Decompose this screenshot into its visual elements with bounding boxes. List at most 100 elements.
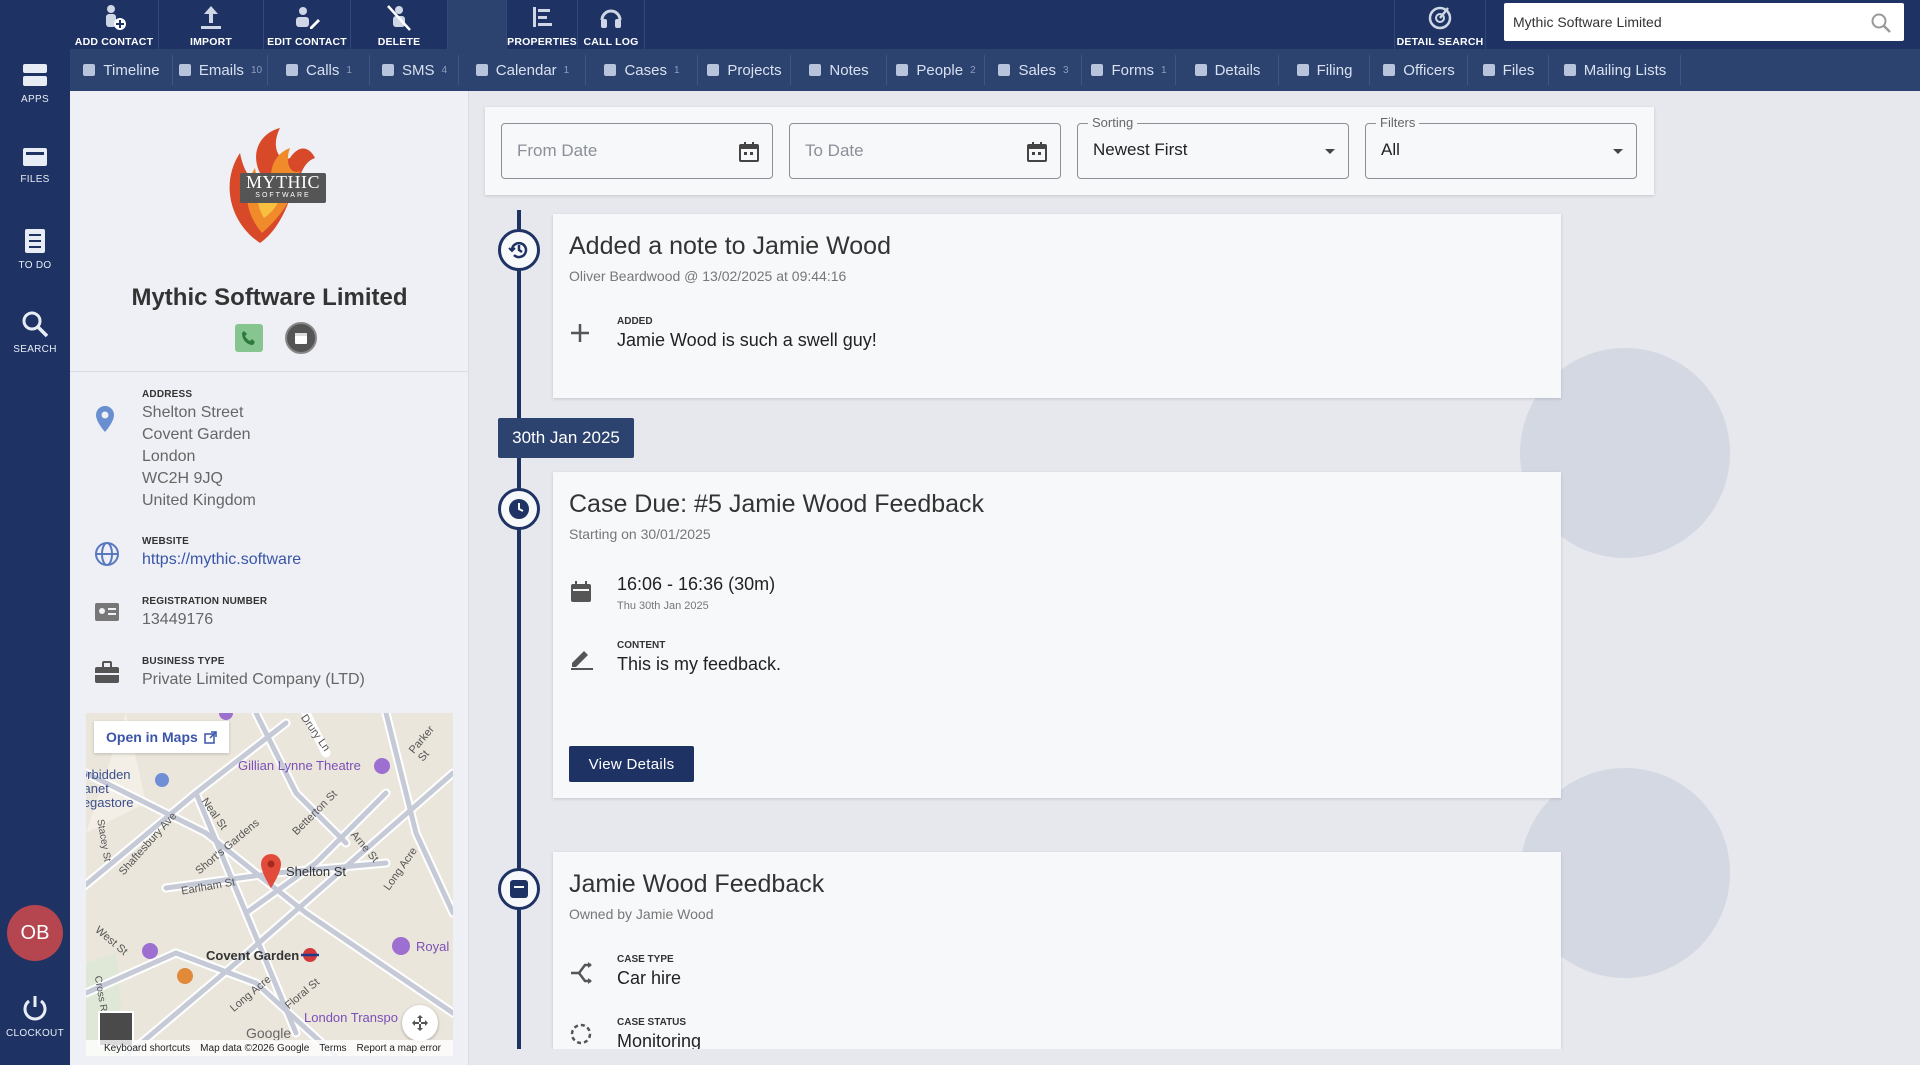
website-link[interactable]: https://mythic.software	[142, 549, 301, 571]
to-date-field[interactable]: To Date	[789, 123, 1061, 179]
briefcase-icon	[95, 661, 119, 683]
branch-icon	[571, 962, 592, 984]
call-button[interactable]	[235, 324, 263, 352]
address-line: London	[142, 448, 196, 465]
calendar-button[interactable]	[285, 322, 317, 354]
tab-count: 1	[563, 64, 570, 76]
avatar[interactable]: OB	[7, 905, 63, 961]
address-label: ADDRESS	[142, 389, 193, 400]
tab-count: 3	[1062, 64, 1069, 76]
address-line: Shelton Street	[142, 404, 244, 421]
rail-apps[interactable]: APPS	[0, 62, 70, 105]
edit-contact-icon	[296, 7, 320, 29]
tab-notes[interactable]: Notes	[791, 49, 886, 91]
fullscreen-button[interactable]	[402, 1005, 438, 1041]
tab-count: 4	[441, 64, 448, 76]
viewport-bottom	[470, 1049, 1920, 1065]
delete-contact-button[interactable]: DELETE CONTACT	[351, 0, 447, 60]
rail-todo[interactable]: TO DO	[0, 228, 70, 271]
card-title: Case Due: #5 Jamie Wood Feedback	[569, 490, 985, 518]
tab-mailing-lists[interactable]: Mailing Lists	[1549, 49, 1680, 91]
caret-down-icon	[1325, 149, 1335, 154]
timeline-card-case: Jamie Wood Feedback Owned by Jamie Wood …	[553, 852, 1561, 1051]
tab-people[interactable]: People 2	[887, 49, 984, 91]
rail-files[interactable]: FILES	[0, 146, 70, 185]
archive-box-icon	[510, 880, 528, 898]
tab-emails[interactable]: Emails 10	[173, 49, 267, 91]
map-data-text: Map data ©2026 Google	[200, 1042, 310, 1054]
tab-files[interactable]: Files	[1468, 49, 1548, 91]
tab-label: People	[916, 61, 964, 79]
import-contacts-button[interactable]: IMPORT CONTACTS	[159, 0, 263, 60]
search-icon	[22, 311, 49, 338]
tab-label: Cases	[624, 61, 667, 79]
panel-divider	[70, 371, 469, 372]
tab-filing[interactable]: Filing	[1279, 49, 1369, 91]
tab-timeline[interactable]: Timeline	[70, 49, 172, 91]
detail-search-label: DETAIL SEARCH	[1396, 36, 1484, 48]
logo-text: MYTHIC	[246, 172, 320, 192]
fullscreen-icon	[412, 1015, 428, 1031]
tab-projects[interactable]: Projects	[698, 49, 790, 91]
email-icon	[178, 63, 199, 77]
call-log-button[interactable]: CALL LOG	[578, 0, 644, 49]
calendar-icon	[475, 63, 496, 77]
report-error-link[interactable]: Report a map error	[357, 1043, 441, 1054]
projects-icon	[706, 63, 727, 77]
rail-clockout[interactable]: CLOCKOUT	[0, 994, 70, 1039]
tab-sms[interactable]: SMS 4	[370, 49, 458, 91]
filters-select[interactable]: Filters All	[1365, 115, 1637, 179]
add-contact-button[interactable]: ADD CONTACT	[70, 0, 158, 49]
map-footer: Keyboard shortcuts Map data ©2026 Google…	[86, 1040, 453, 1056]
properties-icon	[533, 7, 552, 27]
tab-label: Mailing Lists	[1583, 61, 1667, 79]
tab-label: Notes	[829, 61, 869, 79]
apps-icon	[23, 64, 47, 86]
tab-label: Emails	[198, 61, 244, 79]
terms-link[interactable]: Terms	[319, 1043, 346, 1054]
search-icon[interactable]	[1870, 12, 1892, 34]
map-pin-icon[interactable]	[260, 853, 282, 889]
tab-bar: Timeline Emails 10 Calls 1 SMS 4 Calendar 1 Cases…	[70, 49, 1920, 91]
open-in-maps-link[interactable]: Open in Maps	[94, 721, 229, 753]
tab-sales[interactable]: Sales 3	[985, 49, 1081, 91]
logo-text-plate: MYTHIC SOFTWARE	[240, 173, 326, 203]
tab-forms[interactable]: Forms 1	[1082, 49, 1175, 91]
tab-calls[interactable]: Calls 1	[268, 49, 369, 91]
map-label: Covent Garden	[206, 948, 300, 963]
caret-down-icon	[1613, 149, 1623, 154]
from-date-field[interactable]: From Date	[501, 123, 773, 179]
detail-search-button[interactable]: DETAIL SEARCH	[1395, 0, 1485, 49]
address-line: United Kingdom	[142, 492, 256, 509]
clock-icon	[509, 499, 529, 519]
sorting-select[interactable]: Sorting Newest First	[1077, 115, 1349, 179]
google-logo: Google	[246, 1025, 292, 1041]
business-type-label: BUSINESS TYPE	[142, 656, 225, 667]
tab-calendar[interactable]: Calendar 1	[459, 49, 585, 91]
toolbar-divider	[644, 0, 645, 49]
rail-search-label: SEARCH	[13, 344, 57, 355]
properties-button[interactable]: PROPERTIES	[507, 0, 577, 49]
people-icon	[895, 63, 916, 77]
global-search-input[interactable]	[1504, 3, 1844, 41]
case-date: Thu 30th Jan 2025	[617, 600, 709, 612]
tab-label: Details	[1214, 61, 1261, 79]
tab-details[interactable]: Details	[1176, 49, 1278, 91]
card-title: Added a note to Jamie Wood	[569, 232, 891, 260]
case-status-label: CASE STATUS	[617, 1017, 687, 1028]
tab-label: Officers	[1403, 61, 1455, 79]
edit-contact-button[interactable]: EDIT CONTACT	[264, 0, 350, 49]
map-label: Gillian Lynne Theatre	[238, 758, 361, 773]
tab-cases[interactable]: Cases 1	[586, 49, 697, 91]
calendar-icon[interactable]	[738, 141, 760, 163]
rail-clockout-label: CLOCKOUT	[6, 1028, 64, 1039]
calendar-icon[interactable]	[1026, 141, 1048, 163]
company-name: Mythic Software Limited	[131, 284, 408, 311]
location-map[interactable]: Forbidden Planet Megastore Gillian Lynne…	[86, 713, 453, 1056]
keyboard-shortcuts-link[interactable]: Keyboard shortcuts	[104, 1043, 190, 1054]
toolbar-blank-button[interactable]	[448, 0, 506, 49]
view-details-button[interactable]: View Details	[569, 746, 694, 782]
rail-search[interactable]: SEARCH	[0, 310, 70, 355]
calendar-icon	[571, 581, 591, 602]
tab-officers[interactable]: Officers	[1370, 49, 1467, 91]
